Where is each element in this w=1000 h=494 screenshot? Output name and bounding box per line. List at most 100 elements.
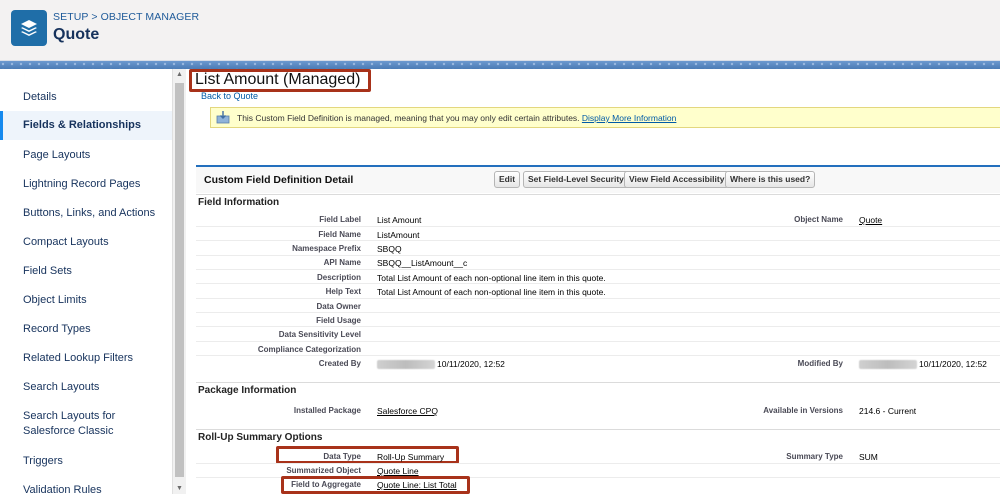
set-field-level-security-button[interactable]: Set Field-Level Security bbox=[523, 171, 629, 188]
sidebar-item-triggers[interactable]: Triggers bbox=[0, 454, 172, 469]
sidebar-item-label: Compact Layouts bbox=[23, 236, 109, 248]
detail-title: Custom Field Definition Detail bbox=[204, 174, 354, 186]
label-field-label: Field Label bbox=[319, 215, 361, 224]
sidebar-scrollbar[interactable]: ▲ ▼ bbox=[172, 69, 186, 494]
value-field-name: ListAmount bbox=[377, 230, 420, 240]
redacted-user-name bbox=[859, 360, 917, 369]
detail-header: Custom Field Definition Detail Edit Set … bbox=[196, 165, 1000, 193]
summarized-object-link[interactable]: Quote Line bbox=[377, 466, 419, 476]
value-modified-by: 10/11/2020, 12:52 bbox=[919, 359, 987, 369]
label-description: Description bbox=[316, 273, 361, 282]
sidebar-item-label: Lightning Record Pages bbox=[23, 178, 141, 190]
object-manager-sidebar: Details Fields & Relationships Page Layo… bbox=[0, 69, 173, 494]
label-data-owner: Data Owner bbox=[316, 302, 361, 311]
value-summary-type: SUM bbox=[859, 452, 878, 462]
object-name-link[interactable]: Quote bbox=[859, 215, 882, 225]
section-rollup-summary-options: Roll-Up Summary Options bbox=[196, 429, 1000, 445]
row-divider bbox=[196, 298, 1000, 299]
sidebar-item-field-sets[interactable]: Field Sets bbox=[0, 264, 172, 279]
row-divider bbox=[196, 226, 1000, 227]
label-data-sensitivity-level: Data Sensitivity Level bbox=[278, 330, 361, 339]
label-field-usage: Field Usage bbox=[316, 316, 361, 325]
value-available-in-versions: 214.6 - Current bbox=[859, 406, 917, 416]
label-modified-by: Modified By bbox=[797, 359, 843, 368]
value-created-by: 10/11/2020, 12:52 bbox=[437, 359, 505, 369]
label-namespace-prefix: Namespace Prefix bbox=[292, 244, 361, 253]
value-api-name: SBQQ__ListAmount__c bbox=[377, 258, 468, 268]
row-divider bbox=[196, 312, 1000, 313]
row-divider bbox=[196, 240, 1000, 241]
row-divider bbox=[196, 283, 1000, 284]
breadcrumb[interactable]: SETUP > OBJECT MANAGER bbox=[53, 11, 199, 23]
section-field-information: Field Information bbox=[196, 194, 1000, 210]
row-divider bbox=[196, 255, 1000, 256]
installed-package-link[interactable]: Salesforce CPQ bbox=[377, 406, 438, 416]
edit-button[interactable]: Edit bbox=[494, 171, 521, 188]
sidebar-item-search-layouts-classic[interactable]: Search Layouts for Salesforce Classic bbox=[0, 409, 172, 439]
layers-icon bbox=[21, 20, 37, 36]
sidebar-item-label: Related Lookup Filters bbox=[23, 352, 134, 364]
sidebar-item-search-layouts[interactable]: Search Layouts bbox=[0, 380, 172, 395]
sidebar-item-label: Search Layouts for bbox=[23, 410, 116, 422]
display-more-info-link[interactable]: Display More Information bbox=[582, 113, 676, 123]
redacted-user-name bbox=[377, 360, 435, 369]
label-installed-package: Installed Package bbox=[293, 406, 361, 415]
sidebar-item-page-layouts[interactable]: Page Layouts bbox=[0, 148, 172, 163]
value-help-text: Total List Amount of each non-optional l… bbox=[377, 287, 606, 297]
page-title: Quote bbox=[53, 26, 100, 43]
value-description: Total List Amount of each non-optional l… bbox=[377, 273, 606, 283]
label-available-in-versions: Available in Versions bbox=[763, 406, 843, 415]
sidebar-item-label: Triggers bbox=[23, 455, 63, 467]
banner-message: This Custom Field Definition is managed,… bbox=[237, 113, 580, 123]
sidebar-item-object-limits[interactable]: Object Limits bbox=[0, 293, 172, 308]
value-namespace-prefix: SBQQ bbox=[377, 244, 402, 254]
label-data-type: Data Type bbox=[323, 452, 361, 461]
scroll-up-icon[interactable]: ▲ bbox=[176, 71, 183, 78]
sidebar-item-validation-rules[interactable]: Validation Rules bbox=[0, 483, 172, 494]
sidebar-item-related-lookup-filters[interactable]: Related Lookup Filters bbox=[0, 351, 172, 366]
field-detail-panel: List Amount (Managed) Back to Quote This… bbox=[186, 69, 1000, 494]
section-package-information: Package Information bbox=[196, 382, 1000, 398]
back-to-quote-link[interactable]: Back to Quote bbox=[201, 91, 258, 101]
sidebar-item-label: Record Types bbox=[23, 323, 91, 335]
header-decorative-band bbox=[0, 61, 1000, 69]
banner-text: This Custom Field Definition is managed,… bbox=[237, 113, 676, 123]
label-field-to-aggregate: Field to Aggregate bbox=[291, 480, 361, 489]
row-divider bbox=[196, 269, 1000, 270]
download-package-icon bbox=[216, 111, 230, 124]
sidebar-item-lightning-record-pages[interactable]: Lightning Record Pages bbox=[0, 177, 172, 192]
label-compliance-categorization: Compliance Categorization bbox=[257, 345, 361, 354]
value-data-type: Roll-Up Summary bbox=[377, 452, 445, 462]
field-title: List Amount (Managed) bbox=[195, 71, 361, 88]
sidebar-item-details[interactable]: Details bbox=[0, 90, 172, 105]
sidebar-item-label: Validation Rules bbox=[23, 484, 102, 494]
row-divider bbox=[196, 355, 1000, 356]
managed-info-banner: This Custom Field Definition is managed,… bbox=[210, 107, 1000, 128]
scroll-down-icon[interactable]: ▼ bbox=[176, 485, 183, 492]
label-object-name: Object Name bbox=[794, 215, 843, 224]
sidebar-item-label: Search Layouts bbox=[23, 381, 100, 393]
sidebar-item-label-line2: Salesforce Classic bbox=[23, 425, 114, 437]
sidebar-item-label: Details bbox=[23, 91, 57, 103]
sidebar-item-label: Object Limits bbox=[23, 294, 87, 306]
field-to-aggregate-link[interactable]: Quote Line: List Total bbox=[377, 480, 457, 490]
label-help-text: Help Text bbox=[325, 287, 361, 296]
label-summarized-object: Summarized Object bbox=[286, 466, 361, 475]
sidebar-item-fields-relationships[interactable]: Fields & Relationships bbox=[0, 111, 172, 140]
sidebar-item-record-types[interactable]: Record Types bbox=[0, 322, 172, 337]
sidebar-item-label: Field Sets bbox=[23, 265, 72, 277]
sidebar-item-buttons-links-actions[interactable]: Buttons, Links, and Actions bbox=[0, 206, 172, 221]
row-divider bbox=[196, 326, 1000, 327]
object-tile bbox=[11, 10, 47, 46]
scrollbar-thumb[interactable] bbox=[175, 83, 184, 477]
label-summary-type: Summary Type bbox=[786, 452, 843, 461]
label-created-by: Created By bbox=[318, 359, 361, 368]
sidebar-item-compact-layouts[interactable]: Compact Layouts bbox=[0, 235, 172, 250]
sidebar-item-label: Page Layouts bbox=[23, 149, 91, 161]
sidebar-item-label: Fields & Relationships bbox=[23, 119, 141, 131]
value-field-label: List Amount bbox=[377, 215, 422, 225]
setup-header: SETUP > OBJECT MANAGER Quote bbox=[0, 0, 1000, 61]
where-is-this-used-button[interactable]: Where is this used? bbox=[725, 171, 816, 188]
sidebar-item-label: Buttons, Links, and Actions bbox=[23, 207, 156, 219]
view-field-accessibility-button[interactable]: View Field Accessibility bbox=[624, 171, 730, 188]
